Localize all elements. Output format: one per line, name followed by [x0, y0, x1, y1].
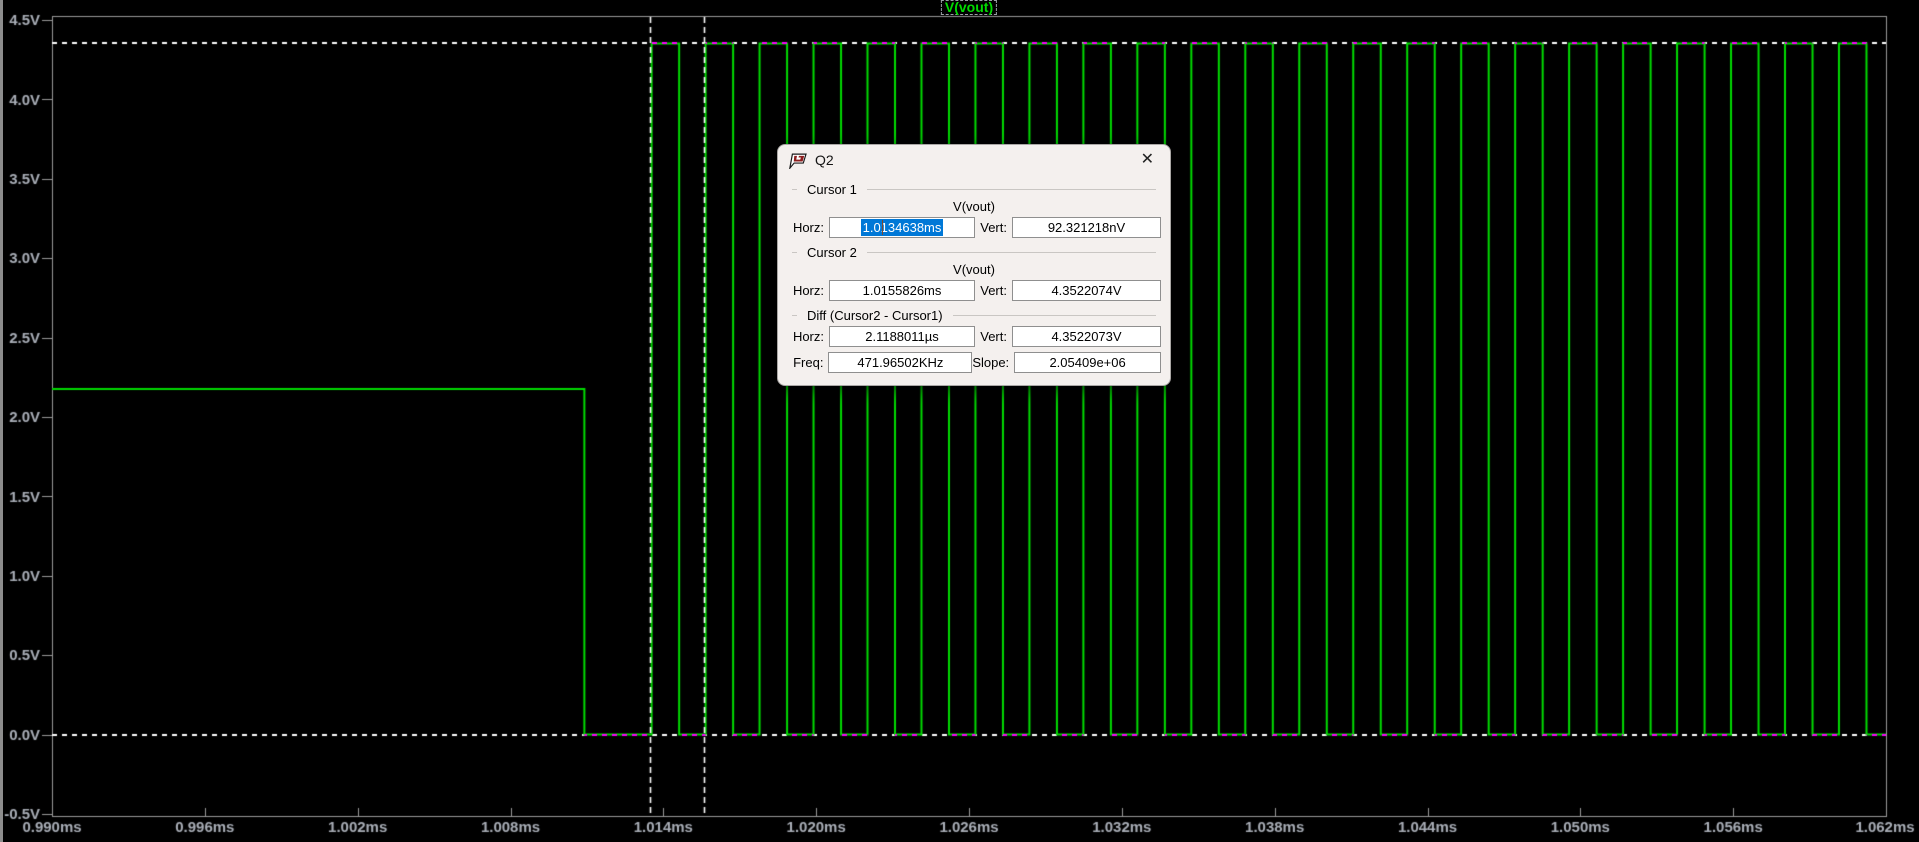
window-left-edge [0, 0, 3, 842]
cursor1-vert-label: Vert: [980, 220, 1007, 235]
cursor2-group-header: Cursor 2 [787, 244, 1161, 261]
cursor2-horz-label: Horz: [792, 283, 824, 298]
cursor1-group-label: Cursor 1 [807, 182, 857, 197]
close-icon[interactable]: ✕ [1135, 147, 1160, 173]
text-caret [882, 220, 883, 235]
cursor1-vert-value: 92.321218nV [1047, 220, 1126, 235]
diff-vert-label: Vert: [980, 329, 1007, 344]
cursor1-group-header: Cursor 1 [787, 181, 1161, 198]
cursor1-trace-name: V(vout) [953, 199, 995, 214]
slope-value: 2.05409e+06 [1049, 355, 1126, 370]
ltspice-logo-icon [789, 153, 807, 169]
cursor2-vert-input[interactable]: 4.3522074V [1012, 280, 1161, 301]
diff-vert-input[interactable]: 4.3522073V [1012, 326, 1161, 347]
diff-freq-slope-row: Freq: 471.96502KHz Slope: 2.05409e+06 [787, 352, 1161, 373]
cursor2-horz-input[interactable]: 1.0155826ms [829, 280, 975, 301]
waveform-window: V(vout) Q2 ✕ Cursor 1 V(vout) Horz: 1.01… [0, 0, 1919, 842]
cursor1-horz-value-selected: 1.0134638ms [860, 219, 944, 236]
trace-title-label[interactable]: V(vout) [940, 0, 998, 15]
cursor-dialog-title: Q2 [815, 152, 834, 168]
cursor-dialog[interactable]: Q2 ✕ Cursor 1 V(vout) Horz: 1.0134638ms … [777, 144, 1171, 386]
diff-horz-label: Horz: [792, 329, 824, 344]
cursor1-values-row: Horz: 1.0134638ms Vert: 92.321218nV [787, 217, 1161, 238]
freq-input[interactable]: 471.96502KHz [828, 352, 973, 373]
waveform-plot-canvas[interactable] [0, 0, 1919, 842]
diff-horz-input[interactable]: 2.1188011µs [829, 326, 975, 347]
cursor1-horz-label: Horz: [792, 220, 824, 235]
freq-label: Freq: [793, 355, 824, 370]
diff-vert-value: 4.3522073V [1051, 329, 1122, 344]
slope-input[interactable]: 2.05409e+06 [1014, 352, 1161, 373]
cursor2-trace-name: V(vout) [953, 262, 995, 277]
diff-horz-vert-row: Horz: 2.1188011µs Vert: 4.3522073V [787, 326, 1161, 347]
diff-group-header: Diff (Cursor2 - Cursor1) [787, 307, 1161, 324]
freq-value: 471.96502KHz [857, 355, 944, 370]
cursor1-horz-input[interactable]: 1.0134638ms [829, 217, 975, 238]
diff-group-label: Diff (Cursor2 - Cursor1) [807, 308, 943, 323]
cursor2-vert-value: 4.3522074V [1051, 283, 1122, 298]
cursor2-vert-label: Vert: [980, 283, 1007, 298]
slope-label: Slope: [972, 355, 1010, 370]
diff-horz-value: 2.1188011µs [865, 329, 939, 344]
cursor-dialog-titlebar[interactable]: Q2 ✕ [778, 145, 1170, 175]
cursor2-horz-value: 1.0155826ms [862, 283, 942, 298]
cursor1-vert-input[interactable]: 92.321218nV [1012, 217, 1161, 238]
cursor2-group-label: Cursor 2 [807, 245, 857, 260]
cursor2-values-row: Horz: 1.0155826ms Vert: 4.3522074V [787, 280, 1161, 301]
